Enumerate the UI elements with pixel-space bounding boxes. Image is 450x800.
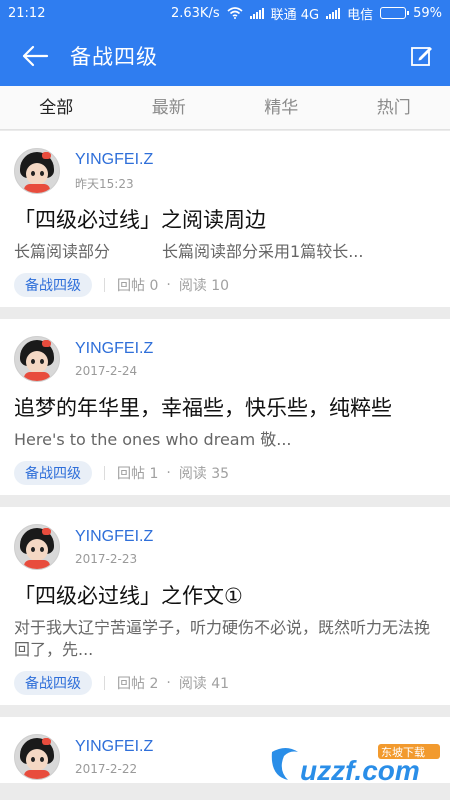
read-count: 阅读 35 [178,466,230,482]
reply-count: 回帖 1 [117,466,159,482]
post-feed: YINGFEI.Z 昨天15:23 「四级必过线」之阅读周边 长篇阅读部分 长篇阅… [0,131,450,783]
watermark-sub: 东坡下载 [381,746,425,759]
author-name[interactable]: YINGFEI.Z [75,528,153,546]
back-button[interactable] [0,26,70,86]
author-name[interactable]: YINGFEI.Z [75,738,153,756]
battery-icon [380,7,410,19]
avatar[interactable] [14,524,60,570]
carrier-unicom: 联通 4G [270,7,320,23]
status-bar: 21:12 2.63K/s 联通 4G 电信 59% [0,0,450,26]
post-title: 追梦的年华里，幸福些，快乐些，纯粹些 [14,396,392,420]
network-speed: 2.63K/s [170,5,220,21]
post-date: 2017-2-23 [75,552,138,566]
post-date: 昨天15:23 [75,176,134,191]
read-count: 阅读 41 [178,676,230,692]
category-tag[interactable]: 备战四级 [14,671,92,695]
filter-tabs: 全部 最新 精华 热门 [0,86,450,130]
excerpt-part: 长篇阅读部分采用1篇较长... [162,242,364,261]
post-date: 2017-2-24 [75,364,138,378]
tab-latest[interactable]: 最新 [113,86,226,129]
post-excerpt: 对于我大辽宁苦逼学子，听力硬伤不必说，既然听力无法挽回了，先... [14,618,431,659]
reply-count: 回帖 2 [117,676,159,692]
author-name[interactable]: YINGFEI.Z [75,151,153,169]
tab-all[interactable]: 全部 [0,86,113,129]
watermark-logo: uzzf.com 东坡下载 [271,744,440,786]
post-card[interactable]: YINGFEI.Z 2017-2-23 「四级必过线」之作文① 对于我大辽宁苦逼… [0,507,450,705]
read-count: 阅读 10 [178,278,230,294]
category-tag[interactable]: 备战四级 [14,273,92,297]
post-title: 「四级必过线」之阅读周边 [14,208,266,232]
battery-percent: 59% [413,5,442,21]
back-arrow-icon [22,45,49,67]
status-time: 21:12 [8,5,46,21]
signal-icon-2 [326,7,341,19]
post-excerpt: 长篇阅读部分 长篇阅读部分采用1篇较长... [14,241,436,263]
category-tag[interactable]: 备战四级 [14,461,92,485]
page-title: 备战四级 [70,45,158,69]
avatar[interactable] [14,336,60,382]
watermark-text: uzzf.com [300,755,420,786]
reply-count: 回帖 0 [117,278,159,294]
post-card[interactable]: YINGFEI.Z 昨天15:23 「四级必过线」之阅读周边 长篇阅读部分 长篇阅… [0,131,450,307]
tab-hot[interactable]: 热门 [338,86,450,129]
tab-featured[interactable]: 精华 [225,86,338,129]
post-title: 「四级必过线」之作文① [14,584,243,608]
post-card[interactable]: YINGFEI.Z 2017-2-24 追梦的年华里，幸福些，快乐些，纯粹些 H… [0,319,450,495]
signal-icon [249,7,264,19]
avatar[interactable] [14,734,60,780]
post-date: 2017-2-22 [75,762,138,776]
post-excerpt: Here's to the ones who dream 敬... [14,430,292,449]
app-header: 21:12 2.63K/s 联通 4G 电信 59% 备战四级 [0,0,450,86]
excerpt-part: 长篇阅读部分 [14,242,111,261]
carrier-telecom: 电信 [347,7,374,23]
avatar[interactable] [14,148,60,194]
compose-button[interactable] [410,44,434,68]
author-name[interactable]: YINGFEI.Z [75,340,153,358]
wifi-icon [227,7,243,19]
nav-bar: 备战四级 [0,26,450,86]
